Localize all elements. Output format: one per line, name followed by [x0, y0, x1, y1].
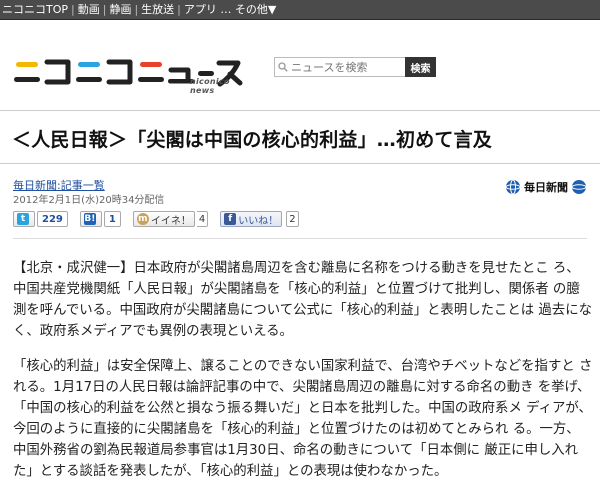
mixi-icon: m: [136, 213, 149, 225]
site-header: niconico news 検索: [0, 20, 600, 110]
hatena-bookmark-button[interactable]: B!: [79, 211, 102, 227]
mixi-count: 4: [196, 211, 209, 227]
nav-seiga[interactable]: 静画: [109, 0, 131, 20]
hatena-count: 1: [103, 211, 121, 227]
mainichi-logo-icon: [505, 179, 521, 195]
article-paragraph: 「核心的利益」は安全保障上、譲ることのできない国家利益で、台湾やチベットなどを指…: [13, 359, 593, 479]
facebook-label: いいね！: [238, 215, 279, 227]
mainichi-logo-icon: [571, 180, 587, 194]
publisher-logo[interactable]: 毎日新聞: [505, 178, 597, 196]
divider: [13, 238, 587, 239]
article-date: 2012年2月1日(水)20時34分配信: [13, 195, 165, 206]
publisher-name: 毎日新聞: [524, 181, 568, 194]
nav-separator: |: [102, 3, 107, 16]
hatena-icon: B!: [83, 213, 96, 225]
facebook-icon: f: [224, 213, 237, 225]
mixi-label: イイネ！: [150, 215, 191, 227]
niconico-news-logo[interactable]: niconico news: [14, 50, 244, 100]
nav-video[interactable]: 動画: [78, 0, 100, 20]
nav-separator: |: [177, 3, 181, 16]
search-input[interactable]: [274, 57, 405, 77]
mixi-check-button[interactable]: m イイネ！: [132, 211, 195, 227]
headline-area: ＜人民日報＞「尖閣は中国の核心的利益」…初めて言及: [0, 110, 600, 164]
search-button[interactable]: 検索: [405, 57, 436, 77]
tweet-button[interactable]: t: [13, 211, 35, 227]
facebook-count: 2: [286, 211, 299, 227]
search-icon: [278, 62, 288, 72]
nav-niconico-top[interactable]: ニコニコTOP: [2, 0, 68, 20]
twitter-icon: t: [17, 213, 29, 225]
nav-apps-more[interactable]: アプリ … その他▼: [184, 0, 276, 20]
logo-english-text: niconico news: [190, 77, 230, 95]
facebook-like-button[interactable]: f いいね！: [220, 211, 283, 227]
nav-separator: |: [71, 3, 75, 16]
nav-separator: |: [134, 3, 139, 16]
tweet-count: 229: [37, 211, 68, 227]
article-headline: ＜人民日報＞「尖閣は中国の核心的利益」…初めて言及: [12, 129, 493, 151]
top-nav-bar: ニコニコTOP | 動画 | 静画 | 生放送 | アプリ … その他▼: [0, 0, 600, 20]
share-bar: t 229 B! 1 m イイネ！ 4 f いいね！ 2: [13, 210, 311, 228]
article-body: 【北京・成沢健一】日本政府が尖閣諸島周辺を含む離島に名称をつける動きを見せたとこ…: [13, 258, 593, 496]
nav-live[interactable]: 生放送: [141, 0, 174, 20]
search-box: 検索: [274, 57, 436, 77]
article-paragraph: 【北京・成沢健一】日本政府が尖閣諸島周辺を含む離島に名称をつける動きを見せたとこ…: [13, 261, 592, 339]
